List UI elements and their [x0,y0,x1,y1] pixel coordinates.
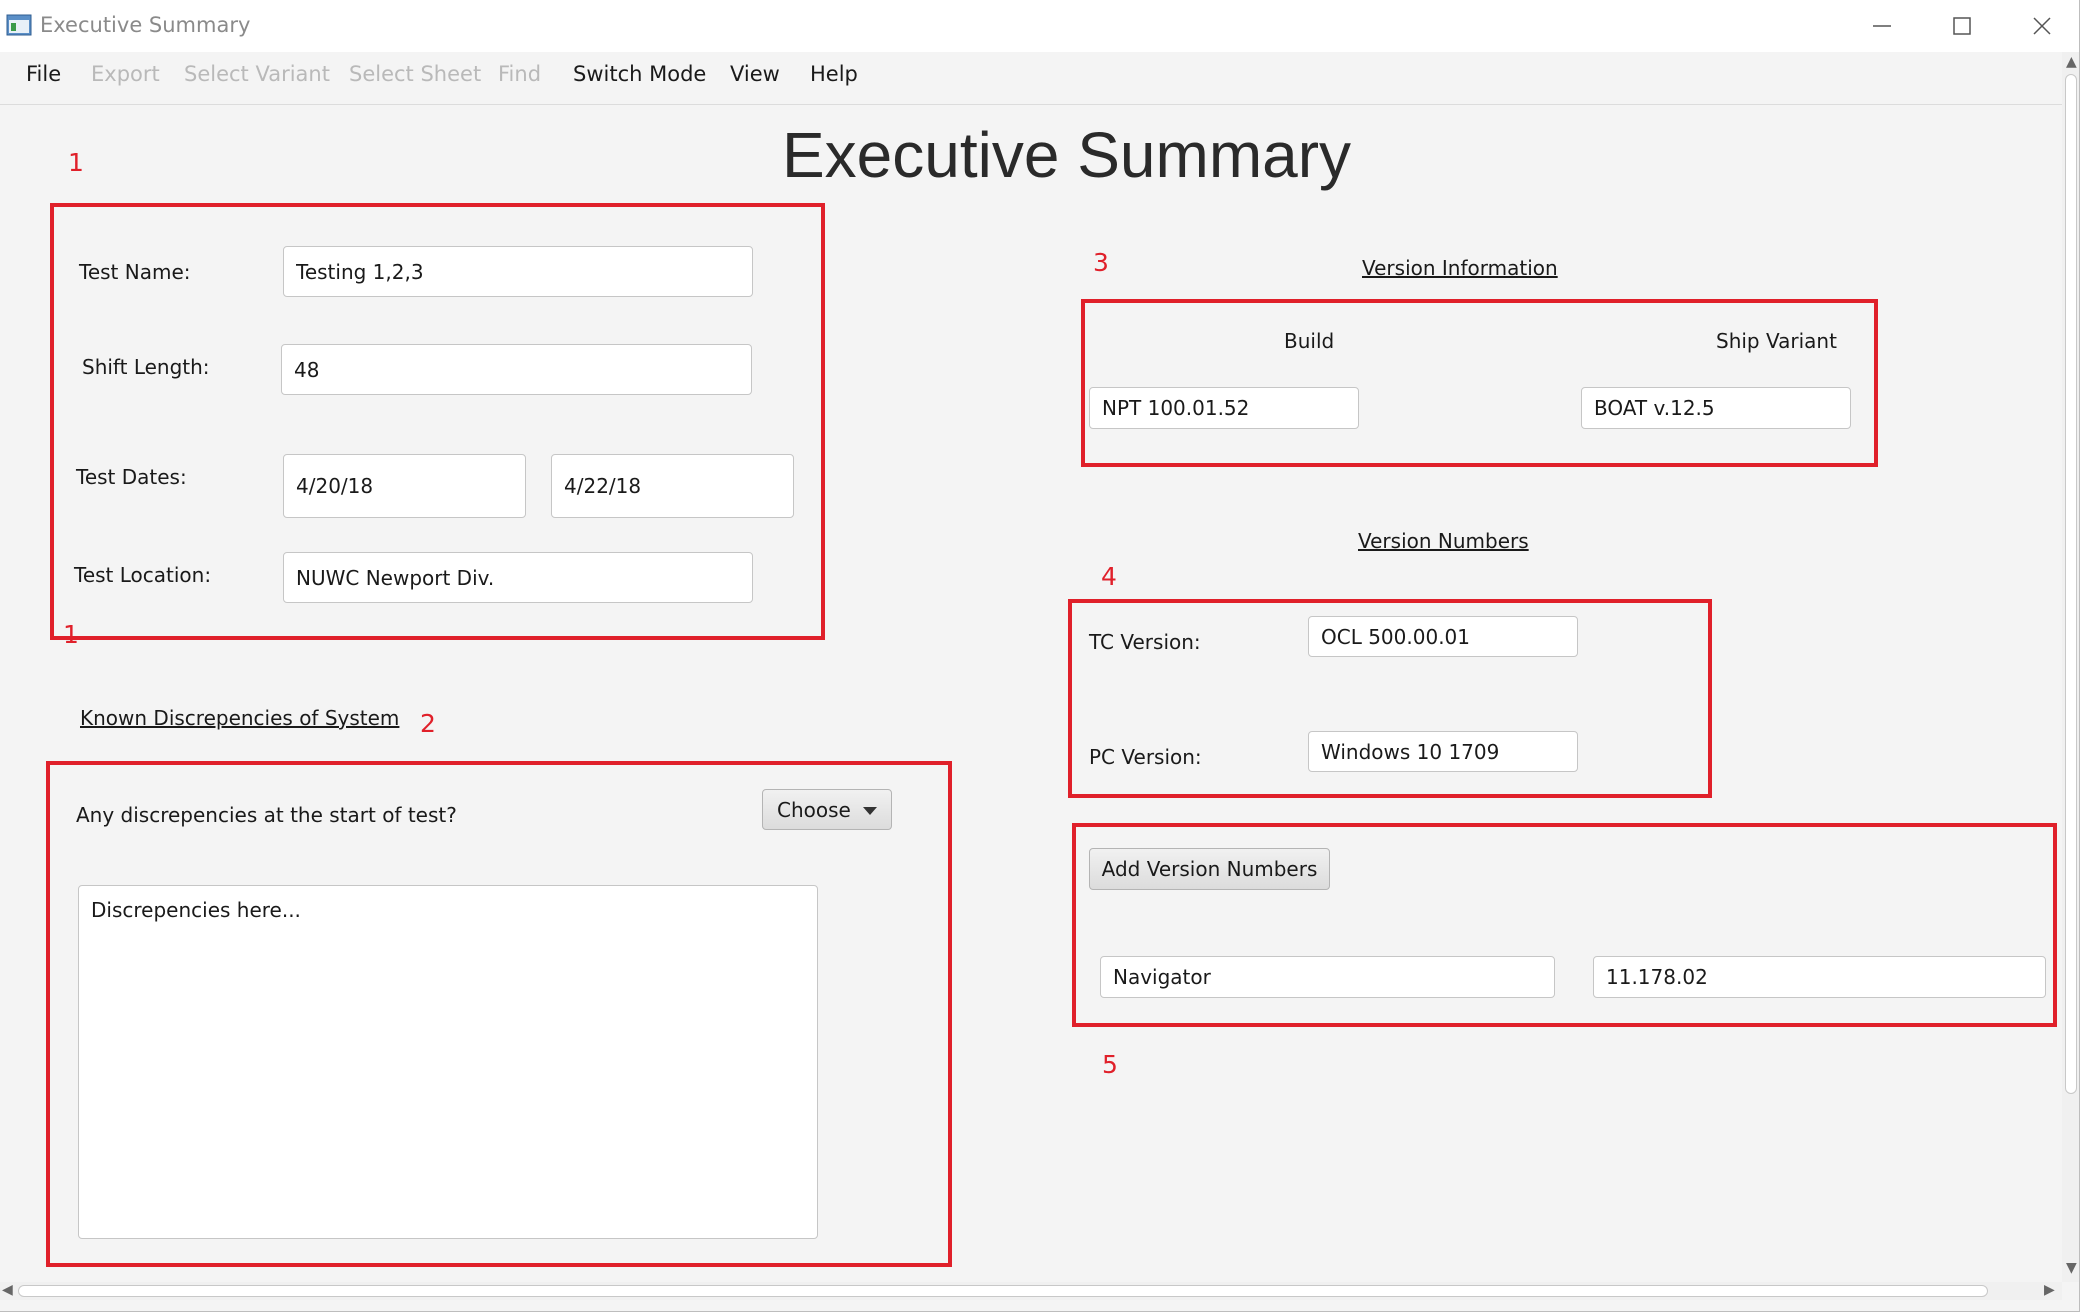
scroll-up-icon[interactable]: ▲ [2066,54,2077,70]
page-title: Executive Summary [781,119,1352,191]
annotation-box-version-information [1081,299,1878,467]
discrepancies-textarea[interactable] [78,885,818,1239]
build-field[interactable] [1089,387,1359,429]
annotation-marker-2: 2 [420,709,436,738]
test-start-date-field[interactable] [283,454,526,518]
shift-length-field[interactable] [281,344,752,395]
test-location-label: Test Location: [74,563,212,587]
scroll-right-icon[interactable]: ▶ [2044,1282,2055,1298]
menu-switch-mode[interactable]: Switch Mode [573,62,706,86]
menu-export[interactable]: Export [91,62,160,86]
close-icon [2033,17,2051,35]
annotation-marker-5: 5 [1102,1050,1118,1079]
chevron-down-icon [863,807,877,815]
window-title: Executive Summary [40,13,251,37]
annotation-marker-1: 1 [68,148,84,177]
menu-select-variant[interactable]: Select Variant [184,62,330,86]
add-version-numbers-button[interactable]: Add Version Numbers [1089,848,1330,890]
menu-view[interactable]: View [730,62,780,86]
horizontal-scrollbar-thumb[interactable] [18,1285,1988,1297]
annotation-marker-4: 4 [1101,562,1117,591]
maximize-button[interactable] [1920,0,2004,52]
application-window: Executive Summary File Export Select Var… [0,0,2080,1312]
test-name-field[interactable] [283,246,753,297]
version-value-field[interactable] [1593,956,2046,998]
discrepancies-choose-dropdown[interactable]: Choose [762,789,892,830]
choose-dropdown-label: Choose [777,797,851,822]
tc-version-label: TC Version: [1089,630,1201,654]
minimize-button[interactable] [1840,0,1924,52]
test-dates-label: Test Dates: [76,465,187,489]
menu-help[interactable]: Help [810,62,858,86]
app-icon [6,14,32,36]
version-name-field[interactable] [1100,956,1555,998]
pc-version-label: PC Version: [1089,745,1202,769]
test-name-label: Test Name: [79,260,191,284]
scroll-down-icon[interactable]: ▼ [2066,1260,2077,1276]
menu-file[interactable]: File [26,62,61,86]
ship-variant-label: Ship Variant [1716,329,1837,353]
menu-bar: File Export Select Variant Select Sheet … [0,52,2079,105]
annotation-marker-3: 3 [1093,248,1109,277]
pc-version-field[interactable] [1308,731,1578,772]
version-information-heading: Version Information [1362,256,1558,280]
minimize-icon [1873,25,1891,27]
menu-select-sheet[interactable]: Select Sheet [349,62,481,86]
vertical-scrollbar[interactable]: ▲ ▼ [2062,52,2079,1282]
title-bar: Executive Summary [0,0,2079,53]
horizontal-scrollbar[interactable]: ◀ ▶ [0,1282,2062,1300]
test-location-field[interactable] [283,552,753,603]
version-numbers-heading: Version Numbers [1358,529,1529,553]
known-discrepancies-heading: Known Discrepencies of System [80,706,400,730]
vertical-scrollbar-thumb[interactable] [2065,74,2077,1094]
shift-length-label: Shift Length: [82,355,210,379]
tc-version-field[interactable] [1308,616,1578,657]
scroll-left-icon[interactable]: ◀ [2,1282,13,1298]
ship-variant-field[interactable] [1581,387,1851,429]
discrepancies-question: Any discrepencies at the start of test? [76,803,457,827]
test-end-date-field[interactable] [551,454,794,518]
maximize-icon [1953,17,1971,35]
build-label: Build [1284,329,1335,353]
close-button[interactable] [2000,0,2079,52]
menu-find[interactable]: Find [498,62,541,86]
